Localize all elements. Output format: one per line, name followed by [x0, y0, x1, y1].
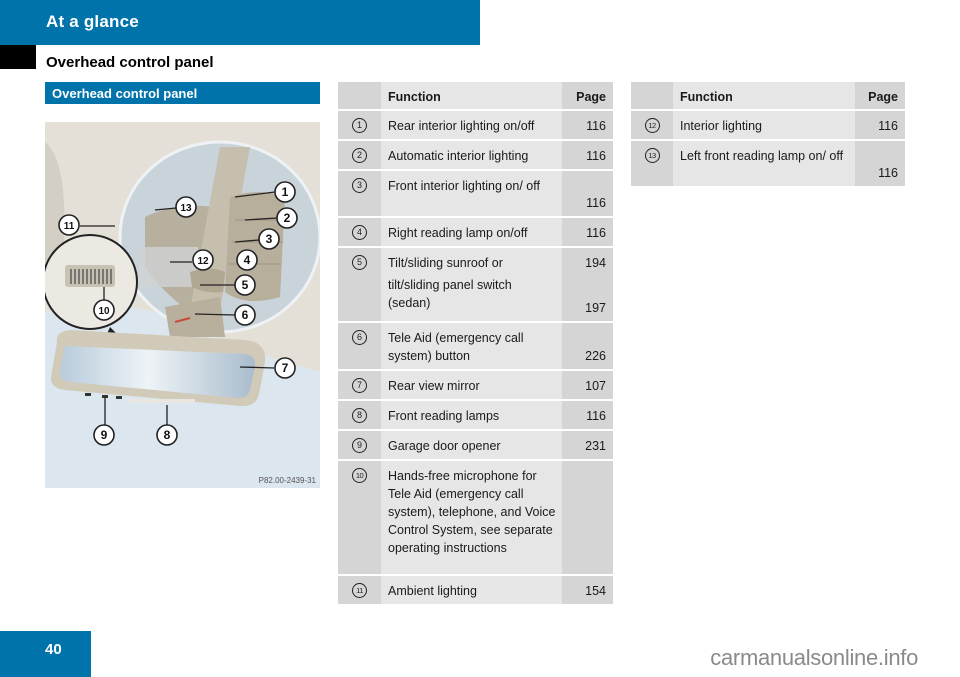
item-number: 10 — [352, 468, 367, 483]
page-ref[interactable]: 116 — [878, 164, 898, 182]
figure-code: P82.00-2439-31 — [258, 476, 316, 485]
page-ref[interactable]: 116 — [586, 194, 606, 212]
header-page: Page — [576, 90, 606, 104]
item-number: 4 — [352, 225, 367, 240]
callout-8: 8 — [164, 428, 171, 442]
function-text: Automatic interior lighting — [388, 149, 529, 163]
item-number: 8 — [352, 408, 367, 423]
table-row: 11 Ambient lighting 154 — [338, 576, 613, 604]
item-number: 6 — [352, 330, 367, 345]
table-row: 3 Front interior lighting on/ off 116 — [338, 171, 613, 216]
callout-7: 7 — [282, 361, 289, 375]
callout-5: 5 — [242, 278, 249, 292]
page-ref[interactable]: 116 — [586, 224, 606, 242]
item-number: 5 — [352, 255, 367, 270]
page-ref[interactable]: 116 — [878, 117, 898, 135]
page-number-box: 40 — [0, 631, 91, 677]
table-row: 12 Interior lighting 116 — [631, 111, 905, 139]
function-text-alt: tilt/sliding panel switch (sedan) — [388, 278, 512, 310]
callout-10: 10 — [98, 306, 110, 317]
item-number: 12 — [644, 118, 660, 133]
item-number: 7 — [352, 378, 367, 393]
overhead-panel-illustration: 1 2 3 4 5 6 7 8 9 10 11 12 13 P82.00-243… — [45, 122, 320, 488]
illustration-drawing: 1 2 3 4 5 6 7 8 9 10 11 12 13 — [45, 122, 320, 446]
callout-1: 1 — [282, 185, 289, 199]
function-text: Left front reading lamp on/ off — [680, 149, 844, 163]
item-number: 1 — [352, 118, 367, 133]
table-row: 10 Hands-free microphone for Tele Aid (e… — [338, 461, 613, 574]
chapter-title: At a glance — [46, 12, 139, 31]
table-row: 8 Front reading lamps 116 — [338, 401, 613, 429]
page-ref-alt[interactable]: 197 — [585, 299, 606, 317]
callout-9: 9 — [101, 428, 108, 442]
table-header-row: Function Page — [338, 82, 613, 109]
function-table-right: Function Page 12 Interior lighting 116 1… — [631, 80, 905, 188]
section-title: Overhead control panel — [46, 54, 214, 71]
function-text: Interior lighting — [680, 119, 762, 133]
function-text: Rear interior lighting on/off — [388, 119, 535, 133]
callout-12: 12 — [197, 256, 209, 267]
function-text: Rear view mirror — [388, 379, 480, 393]
function-text: Garage door opener — [388, 439, 501, 453]
page-ref[interactable]: 116 — [586, 147, 606, 165]
item-number: 2 — [352, 148, 367, 163]
callout-13: 13 — [180, 203, 192, 214]
table-header-row: Function Page — [631, 82, 905, 109]
item-number: 3 — [352, 178, 367, 193]
function-text: Tilt/sliding sunroof or — [388, 256, 503, 270]
reading-lamps — [130, 399, 195, 403]
function-text: Ambient lighting — [388, 584, 477, 598]
function-table-left: Function Page 1 Rear interior lighting o… — [338, 80, 613, 606]
page-ref[interactable]: 116 — [586, 407, 606, 425]
table-row: 4 Right reading lamp on/off 116 — [338, 218, 613, 246]
callout-2: 2 — [284, 211, 291, 225]
header-function: Function — [388, 90, 441, 104]
watermark: carmanualsonline.info — [710, 645, 918, 670]
callout-4: 4 — [244, 253, 251, 267]
page-ref[interactable]: 116 — [586, 117, 606, 135]
page-ref[interactable]: 154 — [585, 582, 606, 600]
table-row: 13 Left front reading lamp on/ off 116 — [631, 141, 905, 186]
callout-11: 11 — [64, 221, 75, 232]
chapter-header-band: At a glance — [0, 0, 480, 45]
page-ref[interactable]: 107 — [585, 377, 606, 395]
function-text: Hands-free microphone for Tele Aid (emer… — [388, 469, 556, 555]
function-text: Front reading lamps — [388, 409, 500, 423]
table-row: 7 Rear view mirror 107 — [338, 371, 613, 399]
section-marker — [0, 45, 36, 69]
figure-caption: Overhead control panel — [52, 86, 198, 101]
callout-6: 6 — [242, 308, 249, 322]
page-ref[interactable]: 194 — [585, 254, 606, 272]
header-page: Page — [868, 90, 898, 104]
figure-caption-bar: Overhead control panel — [45, 82, 320, 104]
item-number: 13 — [644, 148, 660, 163]
function-text: Front interior lighting on/ off — [388, 179, 540, 193]
table-row: 2 Automatic interior lighting 116 — [338, 141, 613, 169]
page-number: 40 — [45, 641, 62, 658]
page-ref[interactable]: 231 — [585, 437, 606, 455]
callout-3: 3 — [266, 232, 273, 246]
function-text: Tele Aid (emergency call system) button — [388, 331, 524, 363]
function-text: Right reading lamp on/off — [388, 226, 528, 240]
item-number: 9 — [352, 438, 367, 453]
header-function: Function — [680, 90, 733, 104]
item-number: 11 — [352, 583, 367, 598]
speaker-grille — [138, 247, 198, 287]
table-row: 9 Garage door opener 231 — [338, 431, 613, 459]
table-row: 5 Tilt/sliding sunroof or tilt/sliding p… — [338, 248, 613, 321]
page-ref[interactable]: 226 — [585, 347, 606, 365]
table-row: 1 Rear interior lighting on/off 116 — [338, 111, 613, 139]
table-row: 6 Tele Aid (emergency call system) butto… — [338, 323, 613, 369]
